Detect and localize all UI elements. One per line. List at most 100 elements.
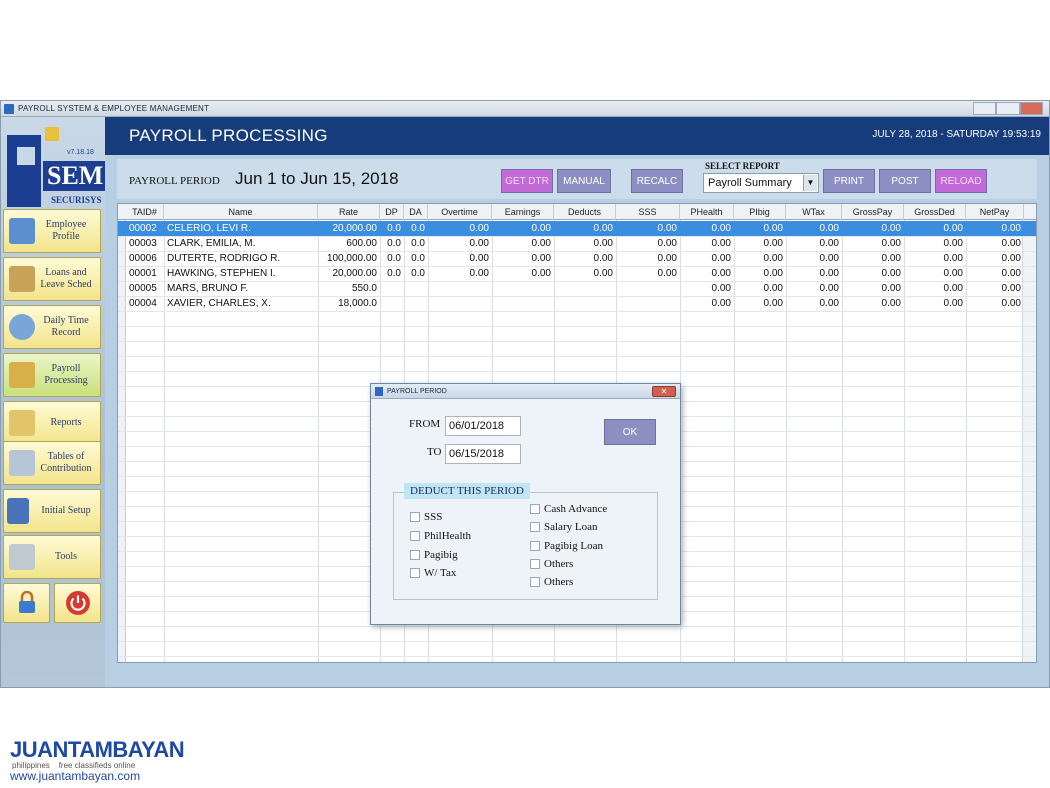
column-header[interactable]: DA bbox=[404, 204, 428, 220]
grid-row-line bbox=[118, 356, 1036, 357]
checkbox-salary-loan[interactable]: Salary Loan bbox=[530, 521, 597, 535]
table-cell: 0.00 bbox=[531, 253, 551, 264]
column-header[interactable]: PHealth bbox=[680, 204, 734, 220]
table-cell: 0.00 bbox=[657, 238, 677, 249]
table-row[interactable]: 00002 CELERIO, LEVI R. 20,000.00 0.0 0.0 0.00… bbox=[118, 221, 1036, 236]
table-cell: 0.00 bbox=[943, 223, 963, 234]
checkbox-others-1[interactable]: Others bbox=[530, 558, 573, 572]
nav-payroll-processing[interactable]: Payroll Processing bbox=[3, 353, 101, 397]
table-row[interactable]: 00001 HAWKING, STEPHEN I. 20,000.00 0.0 0.0 0… bbox=[118, 266, 1036, 281]
watermark-url: www.juantambayan.com bbox=[10, 769, 141, 783]
table-cell: 0.00 bbox=[469, 253, 489, 264]
get-dtr-button[interactable]: GET DTR bbox=[501, 169, 553, 193]
payroll-period-dialog: PAYROLL PERIOD ✕ FROM 06/01/2018 TO 06/1… bbox=[370, 383, 681, 625]
table-cell: 0.00 bbox=[1001, 223, 1021, 234]
to-date-input[interactable]: 06/15/2018 bbox=[445, 444, 521, 464]
close-icon[interactable]: ✕ bbox=[652, 386, 676, 397]
nav-tools[interactable]: Tools bbox=[3, 535, 101, 579]
table-row[interactable]: 00003 CLARK, EMILIA, M. 600.00 0.0 0.0 0.00 0.… bbox=[118, 236, 1036, 251]
nav-employee-profile[interactable]: Employee Profile bbox=[3, 209, 101, 253]
payroll-period-label: PAYROLL PERIOD bbox=[129, 175, 220, 187]
table-cell: 0.00 bbox=[881, 298, 901, 309]
maximize-button[interactable] bbox=[996, 102, 1020, 115]
column-header[interactable]: GrossPay bbox=[842, 204, 904, 220]
page-title: PAYROLL PROCESSING bbox=[129, 126, 328, 145]
column-header[interactable]: DP bbox=[380, 204, 404, 220]
table-cell: 18,000.0 bbox=[338, 298, 377, 309]
from-date-input[interactable]: 06/01/2018 bbox=[445, 416, 521, 436]
sidebar-bottom-buttons bbox=[3, 583, 101, 623]
table-cell: 0.0 bbox=[387, 268, 401, 279]
table-cell: 0.0 bbox=[411, 268, 425, 279]
table-cell: 0.00 bbox=[1001, 253, 1021, 264]
column-header[interactable]: PIbig bbox=[734, 204, 786, 220]
minimize-button[interactable] bbox=[973, 102, 997, 115]
nav-initial-setup[interactable]: Initial Setup bbox=[3, 489, 101, 533]
power-button[interactable] bbox=[54, 583, 101, 623]
dialog-title-bar: PAYROLL PERIOD ✕ bbox=[371, 384, 680, 399]
table-cell: 0.00 bbox=[593, 253, 613, 264]
checkbox-pagibig[interactable]: Pagibig bbox=[410, 549, 458, 563]
table-cell: 0.00 bbox=[881, 253, 901, 264]
reload-button[interactable]: RELOAD bbox=[935, 169, 987, 193]
recalc-button[interactable]: RECALC bbox=[631, 169, 683, 193]
payroll-period-value: Jun 1 to Jun 15, 2018 bbox=[235, 169, 399, 188]
table-header: TAID# Name Rate DP DA Overtime Earnings Deducts… bbox=[118, 204, 1036, 220]
table-cell: 0.00 bbox=[943, 268, 963, 279]
checkbox-pagibig-loan[interactable]: Pagibig Loan bbox=[530, 540, 603, 554]
table-cell: MARS, BRUNO F. bbox=[167, 283, 249, 294]
column-header[interactable]: NetPay bbox=[966, 204, 1024, 220]
report-select[interactable]: Payroll Summary ▼ bbox=[703, 173, 819, 193]
column-header[interactable]: WTax bbox=[786, 204, 842, 220]
table-cell: 0.0 bbox=[411, 223, 425, 234]
table-cell: 0.00 bbox=[593, 238, 613, 249]
table-cell: CELERIO, LEVI R. bbox=[167, 223, 251, 234]
checkbox-wtax[interactable]: W/ Tax bbox=[410, 567, 456, 581]
table-cell: 0.00 bbox=[711, 223, 731, 234]
table-cell: 0.00 bbox=[711, 298, 731, 309]
table-row[interactable]: 00005 MARS, BRUNO F. 550.0 0.00 0.00 0.00 0.00… bbox=[118, 281, 1036, 296]
table-row[interactable]: 00004 XAVIER, CHARLES, X. 18,000.0 0.00 0.00… bbox=[118, 296, 1036, 311]
manual-button[interactable]: MANUAL bbox=[557, 169, 611, 193]
column-header[interactable]: Deducts bbox=[554, 204, 616, 220]
column-header[interactable]: Overtime bbox=[428, 204, 492, 220]
checkbox-cash-advance[interactable]: Cash Advance bbox=[530, 503, 607, 517]
table-cell: 0.00 bbox=[711, 253, 731, 264]
table-cell: 0.00 bbox=[819, 253, 839, 264]
nav-daily-time-record[interactable]: Daily Time Record bbox=[3, 305, 101, 349]
table-cell: 0.00 bbox=[881, 268, 901, 279]
lock-button[interactable] bbox=[3, 583, 50, 623]
table-cell: 0.00 bbox=[593, 223, 613, 234]
table-cell: 0.00 bbox=[881, 223, 901, 234]
table-cell: 0.00 bbox=[763, 238, 783, 249]
table-cell: 00004 bbox=[129, 298, 157, 309]
nav-loans-leave[interactable]: Loans and Leave Sched bbox=[3, 257, 101, 301]
print-button[interactable]: PRINT bbox=[823, 169, 875, 193]
nav-reports[interactable]: Reports bbox=[3, 401, 101, 445]
chevron-down-icon[interactable]: ▼ bbox=[803, 175, 817, 191]
column-header[interactable]: Name bbox=[164, 204, 318, 220]
table-cell: 0.00 bbox=[711, 238, 731, 249]
table-cell: 0.00 bbox=[819, 283, 839, 294]
ok-button[interactable]: OK bbox=[604, 419, 656, 445]
grid-row-line bbox=[118, 326, 1036, 327]
checkbox-philhealth[interactable]: PhilHealth bbox=[410, 530, 471, 544]
title-bar: PAYROLL SYSTEM & EMPLOYEE MANAGEMENT bbox=[1, 101, 1049, 117]
checkbox-others-2[interactable]: Others bbox=[530, 576, 573, 590]
column-header[interactable]: Rate bbox=[318, 204, 380, 220]
nav-tables-contribution[interactable]: Tables of Contribution bbox=[3, 441, 101, 485]
table-row[interactable]: 00006 DUTERTE, RODRIGO R. 100,000.00 0.0 0.0… bbox=[118, 251, 1036, 266]
table-cell: 550.0 bbox=[351, 283, 377, 294]
column-header[interactable]: GrossDed bbox=[904, 204, 966, 220]
post-button[interactable]: POST bbox=[879, 169, 931, 193]
app-logo: v7.18.18 SEM SECURISYS bbox=[3, 121, 108, 209]
building-icon bbox=[7, 498, 29, 524]
grid-row-line bbox=[118, 656, 1036, 657]
column-header[interactable]: SSS bbox=[616, 204, 680, 220]
table-cell: 0.0 bbox=[411, 238, 425, 249]
column-header[interactable]: Earnings bbox=[492, 204, 554, 220]
checkbox-sss[interactable]: SSS bbox=[410, 511, 442, 525]
column-header[interactable]: TAID# bbox=[126, 204, 164, 220]
close-window-button[interactable] bbox=[1019, 102, 1043, 115]
logo-name: SEM bbox=[43, 161, 108, 191]
